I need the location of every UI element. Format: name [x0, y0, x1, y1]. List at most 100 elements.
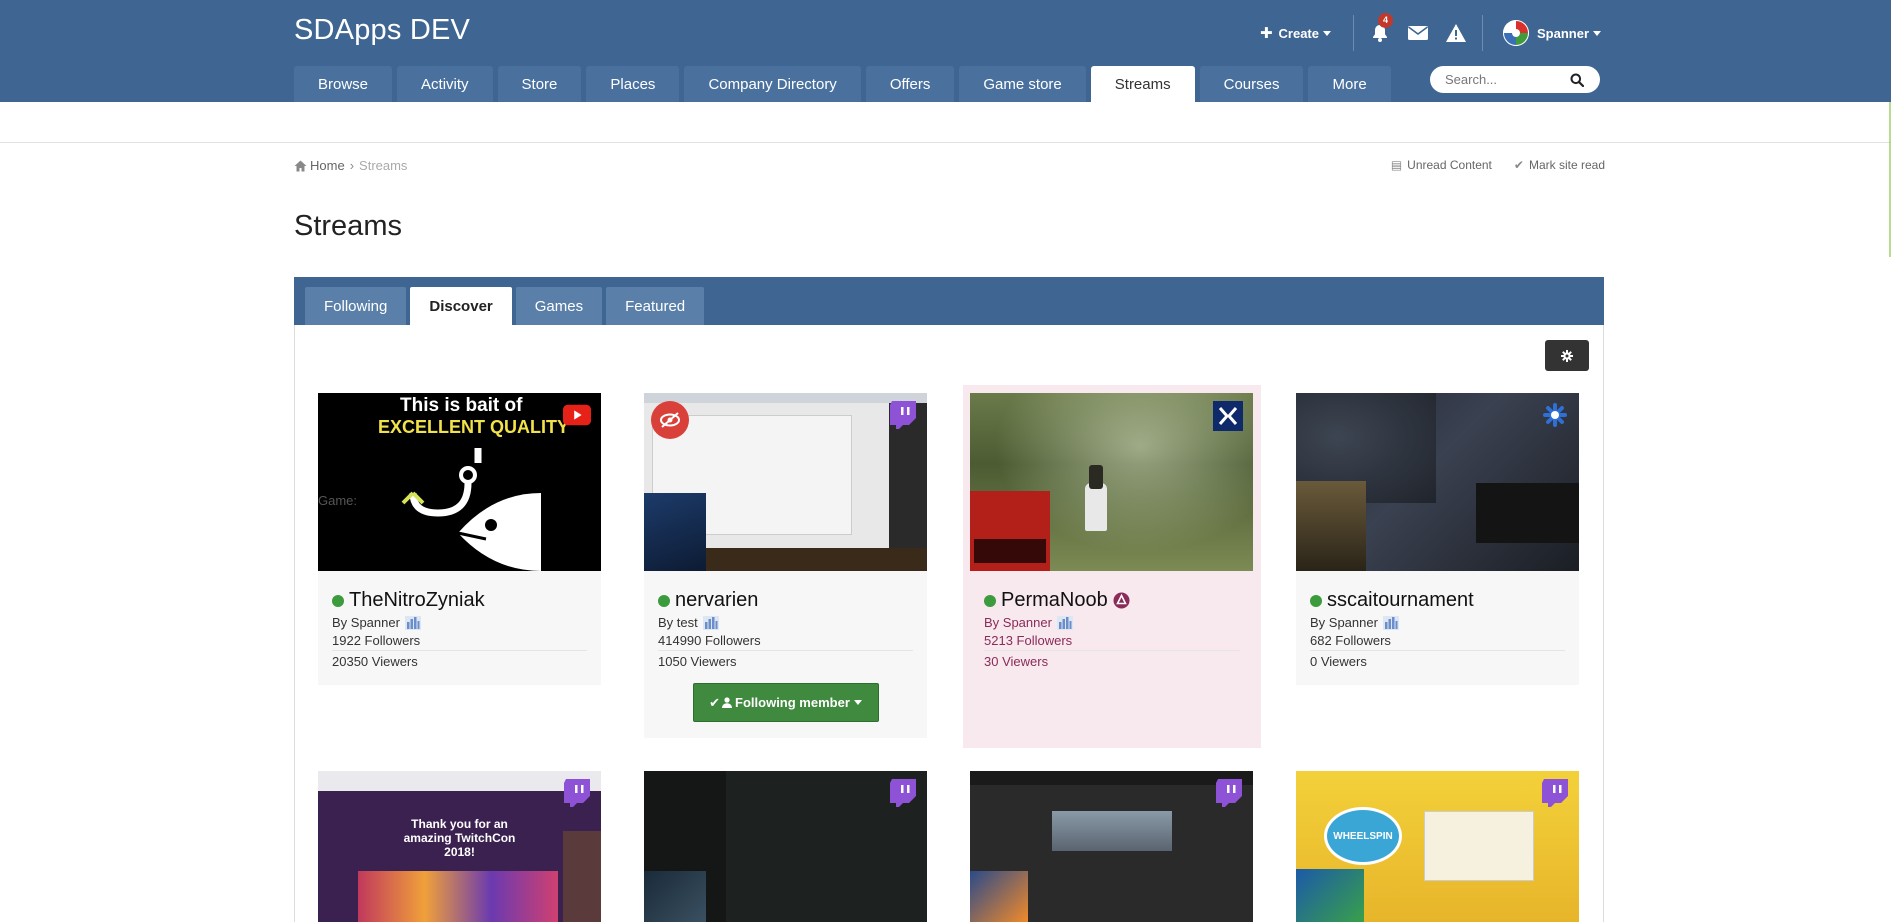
nav-tab-more[interactable]: More: [1308, 66, 1391, 102]
twitch-icon: [889, 779, 917, 807]
stream-thumbnail[interactable]: [970, 393, 1253, 571]
nav-tab-offers[interactable]: Offers: [865, 66, 955, 102]
nav-tab-store[interactable]: Store: [497, 66, 582, 102]
game-cover: [1296, 869, 1364, 922]
rank-icon: [1382, 615, 1399, 630]
search-input[interactable]: [1445, 72, 1570, 87]
hidden-badge: [651, 401, 689, 439]
stream-name-link[interactable]: sscaitournament: [1310, 589, 1565, 612]
tab-discover[interactable]: Discover: [410, 287, 512, 325]
viewer-count: 30 Viewers: [984, 650, 1240, 671]
twitch-icon: [1215, 779, 1243, 807]
caret-down-icon: [1322, 30, 1331, 36]
create-button[interactable]: ✚ Create: [1260, 24, 1331, 42]
following-member-button[interactable]: ✔ Following member: [692, 683, 879, 722]
messages-button[interactable]: [1406, 21, 1430, 45]
mark-site-read-link[interactable]: ✔ Mark site read: [1514, 158, 1605, 172]
nav-tab-company-directory[interactable]: Company Directory: [684, 66, 861, 102]
user-icon: [722, 697, 733, 708]
breadcrumb: Home › Streams: [294, 158, 407, 173]
thumbnail-caption: 2018!: [444, 845, 475, 859]
stream-card: WHEELSPIN: [1296, 771, 1579, 922]
plus-icon: ✚: [1259, 25, 1273, 42]
nav-tab-places[interactable]: Places: [586, 66, 680, 102]
rider-body: [1089, 465, 1103, 489]
game-label: Game:: [318, 493, 358, 508]
stream-card: [644, 771, 927, 922]
follower-count: 1922 Followers: [332, 633, 421, 648]
stream-card: PermaNoob By Spanner 5213 Followers 30 V…: [963, 385, 1261, 748]
nav-tab-streams[interactable]: Streams: [1090, 66, 1195, 102]
header-strip: [0, 102, 1891, 143]
stream-card: Thank you for an amazing TwitchCon 2018!: [318, 771, 601, 922]
car-panel: [1424, 811, 1534, 881]
thumbnail-caption: Thank you for an: [411, 817, 508, 831]
screenshot-bar: [706, 548, 927, 571]
stream-thumbnail[interactable]: [644, 393, 927, 571]
follower-count: 5213 Followers: [984, 633, 1073, 648]
warning-icon: [1445, 24, 1466, 42]
notifications-button[interactable]: 4: [1368, 13, 1393, 45]
nav-tab-activity[interactable]: Activity: [397, 66, 493, 102]
stream-thumbnail[interactable]: This is bait of EXCELLENT QUALITY Game:: [318, 393, 601, 571]
avatar: [1502, 20, 1529, 46]
stream-thumbnail[interactable]: [644, 771, 927, 922]
game-cover: [644, 493, 706, 571]
follower-count: 414990 Followers: [658, 633, 761, 648]
game-cover: [970, 491, 1050, 571]
game-hud-panel: [1476, 483, 1579, 543]
game-cover: [1296, 481, 1366, 571]
stream-thumbnail[interactable]: Thank you for an amazing TwitchCon 2018!: [318, 771, 601, 922]
sub-tabs: Following Discover Games Featured: [305, 287, 708, 325]
screenshot-browser-area: [644, 393, 927, 403]
crowd-image: [358, 871, 558, 922]
thumbnail-caption: WHEELSPIN: [1333, 830, 1393, 842]
tab-following[interactable]: Following: [305, 287, 407, 325]
stream-owner: By Spanner: [984, 615, 1240, 630]
follower-count: 682 Followers: [1310, 633, 1391, 648]
gear-icon: [1561, 349, 1573, 362]
caret-down-icon: [853, 700, 862, 705]
settings-button[interactable]: [1545, 340, 1589, 371]
tab-games[interactable]: Games: [515, 287, 603, 325]
breadcrumb-current: Streams: [359, 158, 408, 173]
wheelspin-badge: WHEELSPIN: [1324, 807, 1402, 865]
tab-featured[interactable]: Featured: [606, 287, 705, 325]
nav-tab-game-store[interactable]: Game store: [959, 66, 1086, 102]
nav-tab-courses[interactable]: Courses: [1199, 66, 1304, 102]
user-bar-divider: [1481, 15, 1483, 51]
game-cover: [644, 871, 706, 922]
game-menu-bar: [970, 771, 1253, 785]
live-status-dot: [658, 594, 670, 607]
top-links: ▤ Unread Content ✔ Mark site read: [1369, 158, 1605, 172]
notification-count-badge: 4: [1377, 13, 1393, 28]
envelope-icon: [1407, 26, 1428, 40]
breadcrumb-home[interactable]: Home: [294, 158, 345, 173]
stream-name-link[interactable]: PermaNoob: [984, 589, 1240, 612]
unread-content-link[interactable]: ▤ Unread Content: [1391, 158, 1492, 172]
search-icon[interactable]: [1570, 73, 1584, 87]
user-bar: ✚ Create 4 Spanner: [1260, 13, 1601, 51]
stream-owner: By Spanner: [1310, 615, 1565, 630]
eye-slash-icon: [660, 412, 680, 428]
site-title[interactable]: SDApps DEV: [294, 14, 470, 47]
stream-name-link[interactable]: nervarien: [658, 589, 913, 612]
search-box: [1430, 66, 1600, 93]
rider-figure: [1085, 483, 1107, 531]
nav-tab-browse[interactable]: Browse: [294, 66, 393, 102]
stream-thumbnail[interactable]: [1296, 393, 1579, 571]
stream-info: sscaitournament By Spanner 682 Followers…: [1296, 571, 1579, 679]
twitch-icon: [1541, 779, 1569, 807]
stream-card: sscaitournament By Spanner 682 Followers…: [1296, 393, 1579, 685]
stream-thumbnail[interactable]: WHEELSPIN: [1296, 771, 1579, 922]
user-menu[interactable]: Spanner: [1502, 20, 1601, 46]
newspaper-icon: ▤: [1390, 158, 1403, 172]
stream-name-link[interactable]: TheNitroZyniak: [332, 589, 587, 612]
mixer-icon: [1213, 401, 1243, 431]
twitch-icon: [889, 401, 917, 429]
page-title: Streams: [294, 210, 402, 242]
reports-button[interactable]: [1444, 21, 1468, 45]
create-label: Create: [1278, 25, 1319, 41]
stream-card: nervarien By test 414990 Followers 1050 …: [644, 393, 927, 738]
stream-thumbnail[interactable]: [970, 771, 1253, 922]
